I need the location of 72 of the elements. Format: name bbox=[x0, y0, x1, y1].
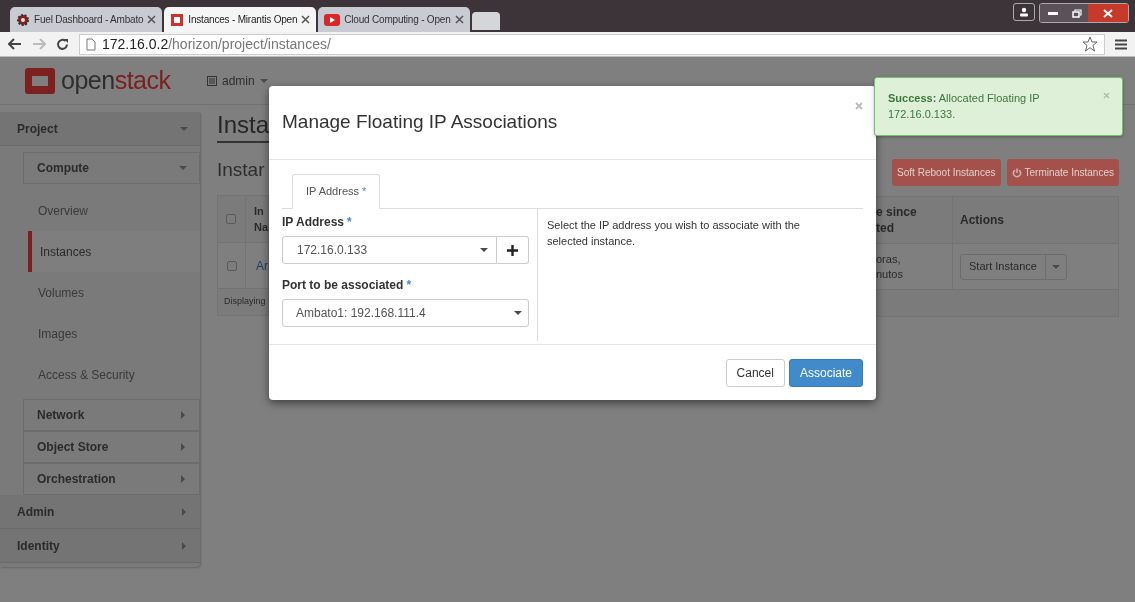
person-icon bbox=[1019, 7, 1029, 17]
port-select[interactable]: Ambato1: 192.168.111.4 bbox=[282, 299, 529, 327]
ip-select[interactable]: 172.16.0.133 bbox=[282, 236, 497, 264]
sidebar-section[interactable]: Compute bbox=[23, 152, 200, 184]
section-heading: Instar bbox=[217, 158, 266, 182]
column-header: In Na bbox=[252, 204, 268, 235]
field-label: IP Address * bbox=[282, 214, 353, 231]
logo-icon bbox=[25, 67, 55, 94]
browser-tab[interactable]: Cloud Computing - Open bbox=[318, 7, 470, 32]
sidebar-item[interactable]: Overview bbox=[28, 190, 200, 231]
field-label: Port to be associated * bbox=[282, 277, 413, 294]
sidebar-item[interactable]: Access & Security bbox=[28, 354, 200, 395]
modal-title: Manage Floating IP Associations bbox=[282, 110, 558, 135]
close-window-button[interactable] bbox=[1088, 4, 1128, 22]
table-footer: Displaying bbox=[218, 289, 268, 315]
browser-tab[interactable]: Fuel Dashboard - Ambato bbox=[10, 7, 163, 32]
caret-icon bbox=[179, 164, 187, 172]
new-tab-button[interactable] bbox=[471, 12, 500, 30]
logo-text: openstack bbox=[61, 68, 171, 93]
power-icon bbox=[1011, 167, 1022, 178]
project-dropdown[interactable]: admin bbox=[207, 71, 268, 90]
caret-icon bbox=[180, 541, 188, 550]
star-icon[interactable] bbox=[1082, 36, 1098, 52]
checkbox[interactable] bbox=[226, 260, 237, 271]
sidebar-item[interactable]: Instances bbox=[28, 231, 200, 272]
play-icon bbox=[324, 13, 341, 26]
cancel-button[interactable]: Cancel bbox=[725, 358, 785, 387]
gear-icon bbox=[16, 12, 30, 27]
back-icon[interactable] bbox=[8, 38, 22, 50]
list-icon bbox=[207, 75, 217, 86]
restore-icon bbox=[1072, 8, 1082, 18]
caret-icon bbox=[180, 507, 188, 516]
sidebar-item[interactable]: Volumes bbox=[28, 272, 200, 313]
close-icon[interactable] bbox=[301, 15, 311, 24]
sidebar-section[interactable]: Project bbox=[0, 112, 200, 146]
dropdown-caret-icon bbox=[514, 309, 522, 317]
reload-icon[interactable] bbox=[56, 37, 69, 51]
modal-tab[interactable]: IP Address * bbox=[292, 174, 381, 209]
minimize-button[interactable] bbox=[1040, 4, 1066, 22]
sidebar-section[interactable]: Network bbox=[23, 399, 200, 431]
table-action-button[interactable]: Soft Reboot Instances bbox=[892, 159, 1001, 186]
caret-icon bbox=[1051, 262, 1060, 271]
caret-icon bbox=[179, 443, 187, 451]
menu-icon[interactable] bbox=[1115, 38, 1127, 50]
browser-tab[interactable]: Instances - Mirantis Open bbox=[164, 7, 317, 32]
plus-icon bbox=[507, 244, 518, 256]
sidebar-section[interactable]: Identity bbox=[0, 529, 200, 563]
add-button[interactable] bbox=[497, 236, 529, 264]
caret-icon bbox=[259, 76, 268, 85]
close-icon[interactable] bbox=[147, 15, 157, 24]
caret-icon bbox=[180, 124, 188, 133]
instance-link[interactable]: Ar bbox=[246, 256, 268, 275]
help-text: Select the IP address you wish to associate with the selected instance. bbox=[546, 218, 801, 249]
table-action-button[interactable]: Terminate Instances bbox=[1006, 159, 1119, 186]
address-field[interactable]: 172.16.0.2/horizon/project/instances/ bbox=[79, 33, 1105, 55]
caret-icon bbox=[179, 475, 187, 483]
sidebar-section[interactable]: Orchestration bbox=[23, 463, 200, 495]
sidebar-item[interactable]: Images bbox=[28, 313, 200, 354]
dropdown-caret-icon bbox=[480, 246, 488, 254]
checkbox[interactable] bbox=[226, 214, 237, 224]
close-icon bbox=[1103, 8, 1113, 18]
page-icon bbox=[86, 37, 96, 51]
toast-message: Success: Allocated Floating IP 172.16.0.133. bbox=[888, 91, 1041, 122]
restore-button[interactable] bbox=[1066, 4, 1088, 22]
associate-button[interactable]: Associate bbox=[788, 358, 863, 387]
close-icon[interactable] bbox=[454, 15, 464, 24]
sidebar-section[interactable]: Object Store bbox=[23, 431, 200, 463]
square-logo-icon bbox=[170, 12, 185, 27]
caret-icon bbox=[179, 411, 187, 419]
sidebar-section[interactable]: Admin bbox=[0, 495, 200, 529]
column-header: Actions bbox=[959, 212, 1004, 229]
user-button[interactable] bbox=[1013, 3, 1035, 21]
